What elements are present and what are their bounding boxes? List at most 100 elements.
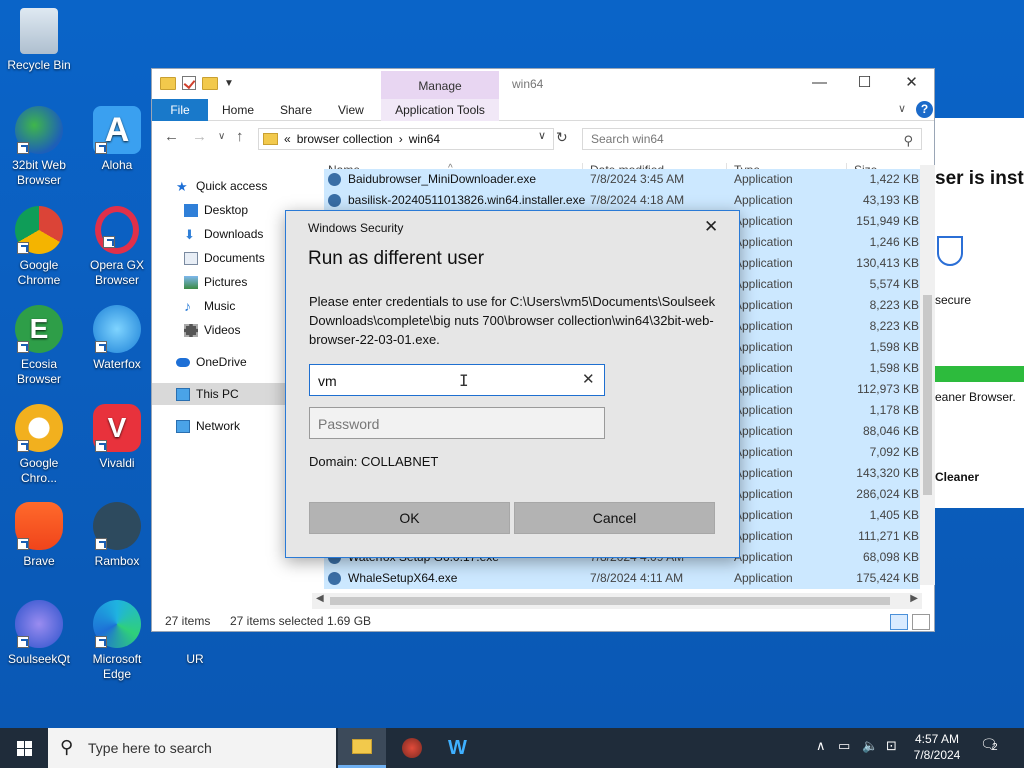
desktop-icon-aloha[interactable]: A Aloha: [78, 106, 156, 173]
clear-icon[interactable]: ✕: [582, 370, 595, 388]
minimize-button[interactable]: —: [797, 69, 842, 99]
table-row[interactable]: basilisk-20240511013826.win64.installer.…: [324, 190, 920, 211]
breadcrumb-win64[interactable]: win64: [409, 132, 440, 146]
nav-videos[interactable]: Videos: [184, 319, 240, 341]
table-row[interactable]: Baidubrowser_MiniDownloader.exe 7/8/2024 …: [324, 169, 920, 190]
shortcut-arrow-icon: [95, 440, 107, 452]
password-field[interactable]: [309, 407, 605, 439]
search-icon: ⚲: [903, 133, 913, 148]
address-dropdown-chevron-icon[interactable]: ∨: [538, 129, 546, 142]
desktop-icon-32bit-web-browser[interactable]: 32bit Web Browser: [0, 106, 78, 188]
scroll-right-arrow-icon[interactable]: ▶: [910, 593, 918, 604]
scroll-left-arrow-icon[interactable]: ◀: [316, 593, 324, 604]
notification-center-button[interactable]: 🗨 2: [980, 736, 1004, 758]
up-arrow-icon[interactable]: ↑: [236, 128, 244, 145]
new-folder-icon[interactable]: [202, 76, 218, 90]
file-type: Application: [734, 256, 793, 270]
shortcut-arrow-icon: [103, 236, 115, 248]
taskbar-search-placeholder: Type here to search: [88, 740, 212, 756]
folder-icon[interactable]: [160, 76, 176, 90]
scrollbar-thumb[interactable]: [330, 597, 890, 605]
windows-logo-icon-part: [25, 749, 32, 756]
desktop-icon-recycle-bin[interactable]: Recycle Bin: [0, 8, 78, 73]
network-icon[interactable]: ▭: [838, 738, 850, 754]
desktop-icon-google-chrome[interactable]: Google Chrome: [0, 206, 78, 288]
explorer-titlebar: ▼ Manage win64 — ☐ ✕: [152, 69, 934, 99]
desktop-icon-microsoft-edge[interactable]: Microsoft Edge: [78, 600, 156, 682]
show-hidden-icons-chevron-icon[interactable]: ∧: [816, 738, 826, 754]
rambox-icon: [93, 502, 141, 550]
taskbar-search-box[interactable]: ⚲ Type here to search: [48, 728, 336, 768]
nav-desktop[interactable]: Desktop: [184, 199, 248, 221]
desktop-icon-waterfox[interactable]: Waterfox: [78, 305, 156, 372]
desktop-icon-brave[interactable]: Brave: [0, 502, 78, 569]
nav-network[interactable]: Network: [176, 415, 240, 437]
tab-application-tools[interactable]: Application Tools: [381, 99, 499, 121]
username-input[interactable]: [318, 371, 568, 391]
username-field[interactable]: I ✕: [309, 364, 605, 396]
forward-arrow-icon[interactable]: →: [192, 128, 207, 145]
dialog-close-button[interactable]: ✕: [704, 217, 718, 237]
star-icon: ★: [176, 178, 188, 194]
tab-file[interactable]: File: [152, 99, 208, 121]
tab-share[interactable]: Share: [280, 99, 312, 121]
volume-muted-icon[interactable]: 🔈: [862, 738, 878, 754]
tab-view[interactable]: View: [338, 99, 364, 121]
nav-downloads[interactable]: ⬇ Downloads: [184, 223, 263, 245]
globe-icon: [15, 106, 63, 154]
start-button[interactable]: [0, 728, 48, 768]
manage-context-tab[interactable]: Manage: [381, 71, 499, 99]
large-icons-view-button[interactable]: [912, 614, 930, 630]
shortcut-arrow-icon: [17, 142, 29, 154]
search-input[interactable]: Search win64 ⚲: [582, 128, 922, 150]
ok-button[interactable]: OK: [309, 502, 510, 534]
maximize-button[interactable]: ☐: [842, 69, 887, 99]
taskbar-clock[interactable]: 4:57 AM 7/8/2024: [902, 731, 972, 763]
breadcrumb-overflow[interactable]: «: [284, 132, 291, 146]
help-icon[interactable]: ?: [916, 101, 933, 118]
dialog-title: Run as different user: [308, 248, 485, 269]
refresh-icon[interactable]: ↻: [556, 129, 568, 146]
recent-locations-chevron-icon[interactable]: ∨: [218, 131, 225, 142]
file-type: Application: [734, 361, 793, 375]
properties-icon[interactable]: [182, 76, 196, 90]
address-bar[interactable]: « browser collection › win64: [258, 128, 554, 150]
file-size: 5,574 KB: [869, 277, 919, 291]
chrome-icon: [15, 206, 63, 254]
breadcrumb-browser-collection[interactable]: browser collection: [297, 132, 393, 146]
close-button[interactable]: ✕: [889, 69, 934, 99]
tab-home[interactable]: Home: [222, 99, 254, 121]
desktop-icon-ecosia[interactable]: E Ecosia Browser: [0, 305, 78, 387]
ribbon-expand-chevron-icon[interactable]: ∨: [898, 102, 906, 115]
table-row[interactable]: WhaleSetupX64.exe 7/8/2024 4:11 AM Applica…: [324, 568, 920, 589]
file-type: Application: [734, 340, 793, 354]
app-globe-icon: [402, 738, 422, 758]
desktop-icon-soulseekqt[interactable]: SoulseekQt: [0, 600, 78, 667]
nav-pictures[interactable]: Pictures: [184, 271, 247, 293]
customize-toolbar-chevron-icon[interactable]: ▼: [224, 78, 234, 89]
nav-onedrive[interactable]: OneDrive: [176, 351, 247, 373]
back-arrow-icon[interactable]: ←: [164, 128, 179, 145]
desktop-icon-rambox[interactable]: Rambox: [78, 502, 156, 569]
desktop-icon-vivaldi[interactable]: V Vivaldi: [78, 404, 156, 471]
horizontal-scrollbar[interactable]: ◀ ▶: [312, 593, 922, 609]
nav-quick-access[interactable]: ★ Quick access: [176, 175, 267, 197]
file-size: 1,422 KB: [869, 172, 919, 186]
installer-secure-label: secure: [935, 293, 972, 307]
cancel-button[interactable]: Cancel: [514, 502, 715, 534]
desktop-icon-opera-gx[interactable]: Opera GX Browser: [78, 206, 156, 288]
ime-icon[interactable]: ⊡: [886, 738, 897, 754]
scrollbar-thumb[interactable]: [923, 295, 932, 495]
password-input[interactable]: [318, 414, 588, 434]
desktop-icon-label: Vivaldi: [99, 456, 135, 470]
taskbar-app-2[interactable]: [388, 728, 436, 768]
taskbar-file-explorer[interactable]: [338, 728, 386, 768]
nav-documents[interactable]: Documents: [184, 247, 265, 269]
taskbar-app-3[interactable]: W: [436, 728, 484, 768]
vertical-scrollbar[interactable]: [920, 165, 935, 585]
details-view-button[interactable]: [890, 614, 908, 630]
clock-date: 7/8/2024: [913, 748, 961, 762]
nav-music[interactable]: ♪ Music: [184, 295, 235, 317]
desktop-icon-google-chrome-2[interactable]: Google Chro...: [0, 404, 78, 486]
shield-icon: [937, 236, 963, 266]
